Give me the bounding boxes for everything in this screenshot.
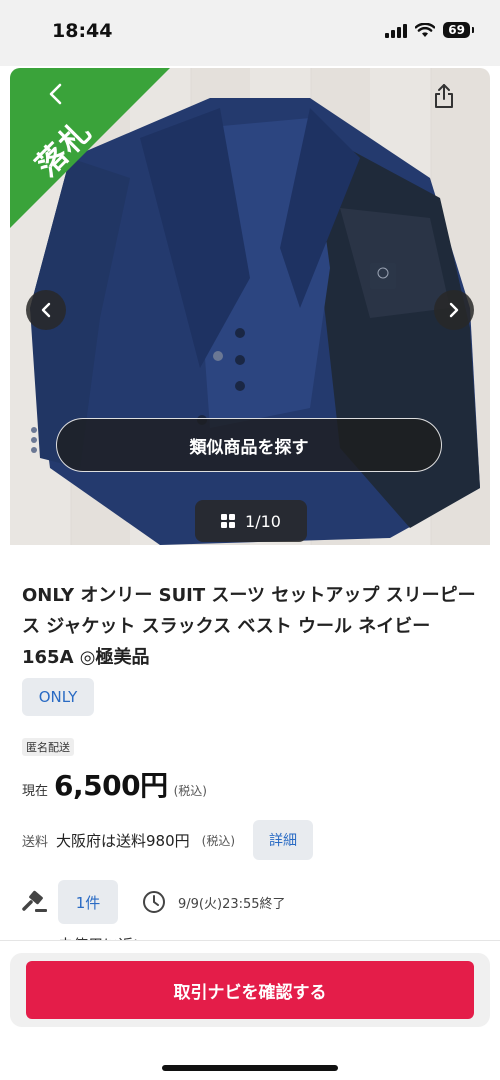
shipping-value: 大阪府は送料980円 [56, 831, 190, 850]
bid-count-button[interactable]: 1件 [58, 880, 118, 924]
brand-chip[interactable]: ONLY [22, 678, 94, 716]
share-button[interactable] [424, 76, 464, 116]
battery-icon: 69 [443, 22, 474, 38]
sold-ribbon: 落札 [10, 68, 170, 228]
shipping-detail-button[interactable]: 詳細 [253, 820, 314, 860]
shipping-tax: (税込) [201, 833, 236, 848]
image-counter-button[interactable]: 1/10 [195, 500, 307, 542]
grid-icon [221, 514, 236, 528]
auction-end-time: 9/9(火)23:55終了 [178, 896, 286, 912]
signal-icon [385, 22, 408, 38]
price-row: 現在 6,500円 (税込) [22, 764, 207, 804]
next-image-button[interactable] [434, 290, 474, 330]
status-bar: 18:44 69 [0, 0, 500, 66]
chevron-left-icon [41, 302, 51, 318]
bottom-panel: 取引ナビを確認する [10, 953, 490, 1027]
wifi-icon [415, 22, 436, 37]
status-time: 18:44 [52, 20, 113, 42]
gavel-icon [22, 890, 47, 912]
bids-row: 1件 9/9(火)23:55終了 [22, 880, 286, 924]
home-indicator [162, 1065, 338, 1071]
bottom-action-bar: 取引ナビを確認する [0, 940, 500, 1080]
shipping-label: 送料 [22, 834, 49, 850]
price-label: 現在 [22, 784, 49, 799]
product-image-carousel[interactable]: 落札 類似商品を探す 1/10 [10, 68, 490, 545]
price-value: 6,500円 [54, 769, 168, 802]
find-similar-button[interactable]: 類似商品を探す [56, 418, 442, 472]
shipping-row: 送料 大阪府は送料980円 (税込) 詳細 [22, 820, 314, 860]
price-tax: (税込) [173, 784, 207, 798]
status-icons: 69 [385, 22, 474, 38]
clock-icon [143, 891, 165, 913]
chevron-right-icon [449, 302, 459, 318]
image-counter-label: 1/10 [245, 511, 281, 531]
item-title: ONLY オンリー SUIT スーツ セットアップ スリーピース ジャケット ス… [22, 585, 476, 668]
anonymous-shipping-badge: 匿名配送 [22, 738, 74, 756]
confirm-transaction-button[interactable]: 取引ナビを確認する [26, 961, 474, 1019]
back-button[interactable] [36, 74, 76, 114]
previous-image-button[interactable] [26, 290, 66, 330]
share-icon [435, 84, 453, 108]
back-icon [49, 83, 62, 105]
